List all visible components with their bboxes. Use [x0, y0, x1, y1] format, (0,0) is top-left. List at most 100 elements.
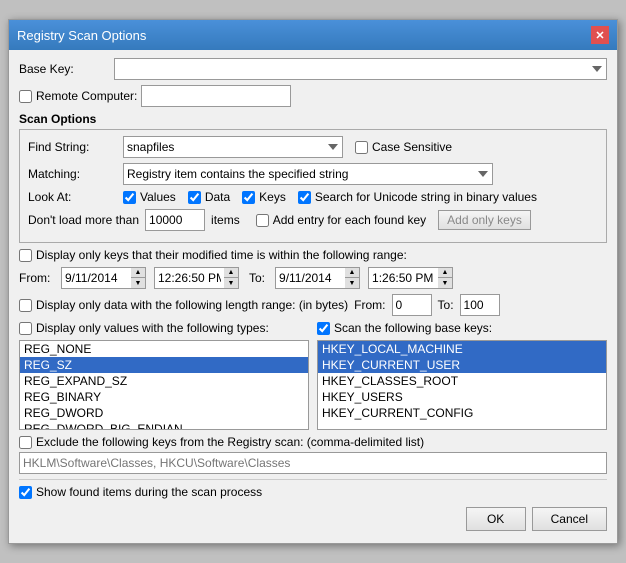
remote-computer-label[interactable]: Remote Computer: [19, 89, 137, 103]
dialog-title: Registry Scan Options [17, 28, 146, 43]
find-string-row: Find String: snapfiles Case Sensitive [28, 136, 598, 158]
values-checkbox[interactable] [123, 191, 136, 204]
ok-button[interactable]: OK [466, 507, 526, 531]
value-types-label[interactable]: Display only values with the following t… [19, 321, 269, 335]
find-string-label: Find String: [28, 140, 123, 154]
list-item[interactable]: HKEY_USERS [318, 389, 606, 405]
keys-checkbox-label[interactable]: Keys [242, 190, 286, 204]
from-date-down[interactable]: ▼ [131, 278, 145, 288]
scan-options-box: Find String: snapfiles Case Sensitive Ma… [19, 129, 607, 243]
registry-scan-dialog: Registry Scan Options ✕ Base Key: Remote… [8, 19, 618, 544]
list-item[interactable]: HKEY_CURRENT_USER [318, 357, 606, 373]
to-time-up[interactable]: ▲ [438, 268, 452, 278]
length-to-input[interactable] [460, 294, 500, 316]
buttons-row: OK Cancel [19, 507, 607, 535]
base-key-label: Base Key: [19, 62, 114, 76]
matching-row: Matching: Registry item contains the spe… [28, 163, 598, 185]
base-keys-col: Scan the following base keys: HKEY_LOCAL… [317, 321, 607, 430]
show-found-row: Show found items during the scan process [19, 485, 607, 499]
keys-checkbox[interactable] [242, 191, 255, 204]
base-keys-header-row: Scan the following base keys: [317, 321, 607, 335]
exclude-input-row [19, 452, 607, 474]
matching-select[interactable]: Registry item contains the specified str… [123, 163, 493, 185]
remote-computer-input[interactable] [141, 85, 291, 107]
dont-load-row: Don't load more than items Add entry for… [28, 209, 598, 231]
display-length-checkbox[interactable] [19, 299, 32, 312]
look-at-label: Look At: [28, 190, 123, 204]
add-entry-checkbox[interactable] [256, 214, 269, 227]
values-checkbox-label[interactable]: Values [123, 190, 176, 204]
from-time-input[interactable] [154, 267, 224, 289]
list-item[interactable]: REG_DWORD_BIG_ENDIAN [20, 421, 308, 430]
remote-computer-row: Remote Computer: [19, 85, 607, 107]
cancel-button[interactable]: Cancel [532, 507, 607, 531]
length-from-label: From: [354, 298, 385, 312]
list-item[interactable]: REG_SZ [20, 357, 308, 373]
value-types-listbox[interactable]: REG_NONE REG_SZ REG_EXPAND_SZ REG_BINARY… [19, 340, 309, 430]
from-date-up[interactable]: ▲ [131, 268, 145, 278]
to-time-spinbox: ▲ ▼ [368, 267, 453, 289]
base-keys-label[interactable]: Scan the following base keys: [317, 321, 492, 335]
value-types-col: Display only values with the following t… [19, 321, 309, 430]
scan-options-label: Scan Options [19, 112, 607, 126]
value-types-checkbox[interactable] [19, 322, 32, 335]
display-modified-row: Display only keys that their modified ti… [19, 248, 607, 262]
from-time-spinbox: ▲ ▼ [154, 267, 239, 289]
list-item[interactable]: HKEY_LOCAL_MACHINE [318, 341, 606, 357]
display-modified-label[interactable]: Display only keys that their modified ti… [19, 248, 407, 262]
exclude-keys-label[interactable]: Exclude the following keys from the Regi… [19, 435, 424, 449]
list-item[interactable]: HKEY_CLASSES_ROOT [318, 373, 606, 389]
base-key-select[interactable] [114, 58, 607, 80]
find-string-select[interactable]: snapfiles [123, 136, 343, 158]
to-label: To: [249, 271, 265, 285]
dont-load-input[interactable] [145, 209, 205, 231]
to-date-input[interactable] [275, 267, 345, 289]
exclude-keys-row: Exclude the following keys from the Regi… [19, 435, 607, 449]
remote-computer-checkbox[interactable] [19, 90, 32, 103]
list-item[interactable]: REG_DWORD [20, 405, 308, 421]
look-at-row: Look At: Values Data Keys [28, 190, 598, 204]
unicode-checkbox[interactable] [298, 191, 311, 204]
exclude-input[interactable] [19, 452, 607, 474]
list-item[interactable]: REG_NONE [20, 341, 308, 357]
value-types-header-row: Display only values with the following t… [19, 321, 309, 335]
list-item[interactable]: HKEY_CURRENT_CONFIG [318, 405, 606, 421]
display-length-row: Display only data with the following len… [19, 294, 607, 316]
close-button[interactable]: ✕ [591, 26, 609, 44]
title-bar: Registry Scan Options ✕ [9, 20, 617, 50]
data-checkbox-label[interactable]: Data [188, 190, 230, 204]
matching-label: Matching: [28, 167, 123, 181]
to-time-input[interactable] [368, 267, 438, 289]
case-sensitive-label[interactable]: Case Sensitive [355, 140, 452, 154]
from-date-input[interactable] [61, 267, 131, 289]
datetime-row: From: ▲ ▼ ▲ ▼ To: ▲ ▼ [19, 267, 607, 289]
exclude-keys-checkbox[interactable] [19, 436, 32, 449]
show-found-checkbox[interactable] [19, 486, 32, 499]
add-entry-label[interactable]: Add entry for each found key [256, 213, 426, 227]
to-date-spinbox: ▲ ▼ [275, 267, 360, 289]
show-found-label[interactable]: Show found items during the scan process [19, 485, 262, 499]
to-time-down[interactable]: ▼ [438, 278, 452, 288]
dont-load-label: Don't load more than [28, 213, 139, 227]
from-date-spinbox: ▲ ▼ [61, 267, 146, 289]
two-col-section: Display only values with the following t… [19, 321, 607, 430]
to-date-down[interactable]: ▼ [345, 278, 359, 288]
list-item[interactable]: REG_BINARY [20, 389, 308, 405]
list-item[interactable]: REG_EXPAND_SZ [20, 373, 308, 389]
display-length-label[interactable]: Display only data with the following len… [19, 298, 348, 312]
items-label: items [211, 213, 240, 227]
to-date-up[interactable]: ▲ [345, 268, 359, 278]
data-checkbox[interactable] [188, 191, 201, 204]
unicode-checkbox-label[interactable]: Search for Unicode string in binary valu… [298, 190, 537, 204]
base-key-row: Base Key: [19, 58, 607, 80]
display-modified-checkbox[interactable] [19, 249, 32, 262]
from-time-down[interactable]: ▼ [224, 278, 238, 288]
add-only-keys-button: Add only keys [438, 210, 531, 230]
from-time-up[interactable]: ▲ [224, 268, 238, 278]
length-from-input[interactable] [392, 294, 432, 316]
length-to-label: To: [438, 298, 454, 312]
from-label: From: [19, 271, 57, 285]
base-keys-checkbox[interactable] [317, 322, 330, 335]
case-sensitive-checkbox[interactable] [355, 141, 368, 154]
base-keys-listbox[interactable]: HKEY_LOCAL_MACHINE HKEY_CURRENT_USER HKE… [317, 340, 607, 430]
